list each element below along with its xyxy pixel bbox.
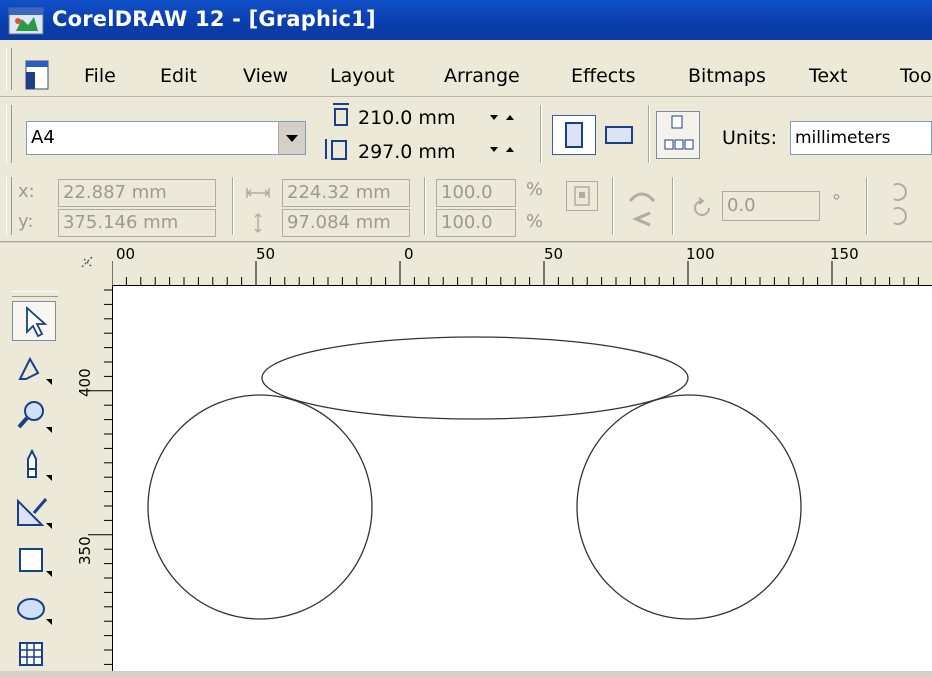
lock-ratio-button[interactable]: [566, 181, 598, 211]
x-position-field[interactable]: 22.887 mm: [58, 179, 216, 207]
page-width-field[interactable]: 210.0 mm: [358, 107, 455, 129]
menu-bar: File Edit View Layout Arrange Effects Bi…: [0, 40, 932, 97]
units-select[interactable]: millimeters: [790, 121, 932, 155]
separator: [672, 177, 674, 235]
scale-y-field[interactable]: 100.0: [436, 209, 516, 237]
chevron-down-icon[interactable]: [278, 122, 305, 154]
toolbox: [0, 243, 71, 671]
toolbox-header: [0, 243, 70, 291]
rotation-field[interactable]: 0.0: [722, 191, 820, 221]
menu-effects[interactable]: Effects: [571, 65, 636, 87]
menu-arrange[interactable]: Arrange: [444, 65, 520, 87]
page-width-icon: [330, 101, 354, 129]
toolbox-grip[interactable]: [12, 291, 58, 297]
smart-drawing-tool-icon[interactable]: [12, 493, 56, 533]
right-circle-shape[interactable]: [576, 394, 802, 620]
mirror-icon[interactable]: [622, 179, 662, 235]
window-title: CorelDRAW 12 - [Graphic1]: [52, 7, 376, 31]
freehand-tool-icon[interactable]: [12, 445, 56, 485]
paper-size-value: A4: [31, 127, 55, 148]
separator: [612, 177, 614, 235]
menubar-grip[interactable]: [6, 48, 12, 90]
height-spinner[interactable]: [486, 141, 524, 161]
mirror-buttons-icon[interactable]: [880, 175, 920, 235]
ellipse-tool-icon[interactable]: [12, 589, 56, 629]
percent-y-label: %: [526, 211, 544, 232]
zoom-tool-icon[interactable]: [12, 397, 56, 437]
ruler-label: 50: [544, 245, 564, 263]
menu-bitmaps[interactable]: Bitmaps: [688, 65, 766, 87]
object-width-field[interactable]: 224.32 mm: [282, 179, 410, 207]
vertical-ruler[interactable]: 400 350: [70, 285, 112, 671]
paper-size-select[interactable]: A4: [26, 121, 306, 155]
menu-layout[interactable]: Layout: [330, 65, 395, 87]
ruler-label: 50: [256, 245, 276, 263]
ruler-label: 0: [404, 245, 414, 263]
page-height-icon: [322, 135, 352, 163]
graph-paper-tool-icon[interactable]: [12, 637, 56, 677]
pick-tool-icon[interactable]: [12, 301, 56, 341]
ellipse-shape[interactable]: [261, 336, 689, 420]
ruler-label: 350: [76, 536, 94, 565]
menu-text[interactable]: Text: [809, 65, 847, 87]
object-width-icon: [244, 183, 272, 203]
ruler-label: 100: [686, 245, 715, 263]
propertybar-grip[interactable]: [6, 105, 12, 163]
menu-tools[interactable]: Tools: [900, 65, 932, 87]
landscape-button[interactable]: [598, 115, 642, 155]
document-menu-icon[interactable]: [20, 58, 54, 92]
title-bar: CorelDRAW 12 - [Graphic1]: [0, 0, 932, 40]
rectangle-tool-icon[interactable]: [12, 541, 56, 581]
shape-tool-icon[interactable]: [12, 349, 56, 389]
percent-x-label: %: [526, 179, 544, 200]
degree-label: °: [832, 191, 841, 212]
ruler-origin-corner[interactable]: [70, 243, 112, 285]
units-label: Units:: [722, 127, 777, 149]
object-property-bar: x: y: 22.887 mm 375.146 mm 224.32 mm 97.…: [0, 171, 932, 242]
separator: [540, 105, 542, 163]
x-label: x:: [18, 181, 35, 202]
left-circle-shape[interactable]: [147, 394, 373, 620]
menu-file[interactable]: File: [84, 65, 116, 87]
layout-pages-button[interactable]: [656, 111, 700, 159]
separator: [232, 177, 234, 235]
ruler-label: 400: [76, 368, 94, 397]
horizontal-ruler[interactable]: 00 50 0 50 100 150: [70, 243, 932, 285]
y-position-field[interactable]: 375.146 mm: [58, 209, 216, 237]
object-height-field[interactable]: 97.084 mm: [282, 209, 410, 237]
menu-edit[interactable]: Edit: [160, 65, 197, 87]
separator: [866, 177, 868, 235]
drawing-canvas[interactable]: [111, 284, 932, 671]
menu-view[interactable]: View: [243, 65, 288, 87]
ruler-label: 150: [830, 245, 859, 263]
y-label: y:: [18, 211, 34, 232]
width-spinner[interactable]: [486, 109, 524, 129]
ruler-label: 00: [116, 245, 136, 263]
coreldraw-app-icon[interactable]: [8, 7, 44, 35]
objectbar-grip[interactable]: [6, 177, 12, 235]
separator: [648, 105, 650, 163]
scale-x-field[interactable]: 100.0: [436, 179, 516, 207]
portrait-button[interactable]: [552, 115, 596, 155]
rotate-icon: [690, 195, 716, 221]
separator: [424, 177, 426, 235]
property-bar: A4 210.0 mm 297.0 mm Units: millimeters: [0, 97, 932, 172]
page-height-field[interactable]: 297.0 mm: [358, 141, 455, 163]
object-height-icon: [248, 211, 268, 235]
